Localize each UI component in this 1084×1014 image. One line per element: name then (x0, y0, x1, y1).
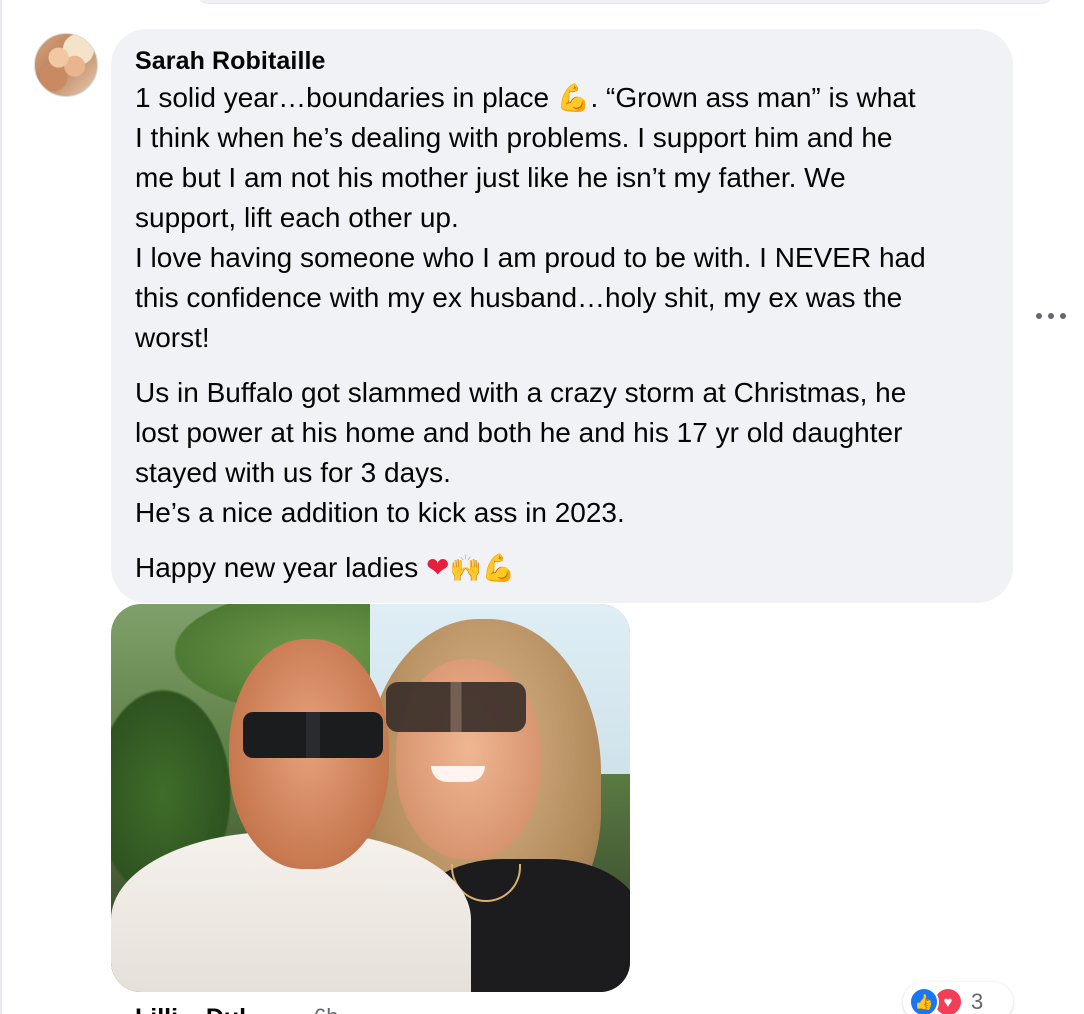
reactions-summary[interactable]: 👍 ♥ 3 (903, 982, 1013, 1014)
like-icon: 👍 (909, 987, 939, 1014)
comment-line: I love having someone who I am proud to … (135, 242, 926, 273)
comment-thread: Sarah Robitaille 1 solid year…boundaries… (0, 0, 1084, 1014)
comment-line: Us in Buffalo got slammed with a crazy s… (135, 377, 907, 408)
comment-line: He’s a nice addition to kick ass in 2023… (135, 497, 625, 528)
raising-hands-icon: 🙌 (449, 553, 482, 583)
comment-line: Happy new year ladies ❤🙌💪 (135, 552, 516, 583)
thread-divider (0, 0, 2, 1014)
comment-paragraph-1: 1 solid year…boundaries in place 💪. “Gro… (135, 78, 926, 358)
comment-line: this confidence with my ex husband…holy … (135, 282, 903, 313)
comment-photo[interactable] (111, 604, 630, 992)
more-dot (1060, 313, 1066, 319)
red-heart-icon: ❤ (426, 552, 450, 583)
comment-line: worst! (135, 322, 210, 353)
comment-line: I think when he’s dealing with problems.… (135, 122, 893, 153)
previous-item-edge (195, 0, 1055, 4)
flexed-biceps-icon: 💪 (481, 553, 516, 583)
next-comment-time[interactable]: 6h (314, 1004, 338, 1014)
comment-line: me but I am not his mother just like he … (135, 162, 846, 193)
comment-line: lost power at his home and both he and h… (135, 417, 903, 448)
photo-woman-sunglasses (386, 682, 526, 732)
reaction-count: 3 (971, 989, 984, 1014)
comment-line: stayed with us for 3 days. (135, 457, 451, 488)
more-dot (1036, 313, 1042, 319)
avatar[interactable] (34, 33, 98, 97)
comment-line: support, lift each other up. (135, 202, 459, 233)
photo-woman-smile (431, 766, 485, 782)
comment-paragraph-2: Us in Buffalo got slammed with a crazy s… (135, 373, 906, 533)
more-dot (1048, 313, 1054, 319)
next-comment-author[interactable]: Lilli... Dul... (135, 1004, 267, 1014)
comment-line: 1 solid year…boundaries in place 💪. “Gro… (135, 82, 916, 113)
photo-man-sunglasses (243, 712, 383, 758)
more-options-button[interactable] (1034, 304, 1068, 328)
comment-author[interactable]: Sarah Robitaille (135, 47, 326, 76)
flexed-biceps-icon: 💪 (556, 83, 591, 113)
comment-paragraph-3: Happy new year ladies ❤🙌💪 (135, 548, 516, 588)
